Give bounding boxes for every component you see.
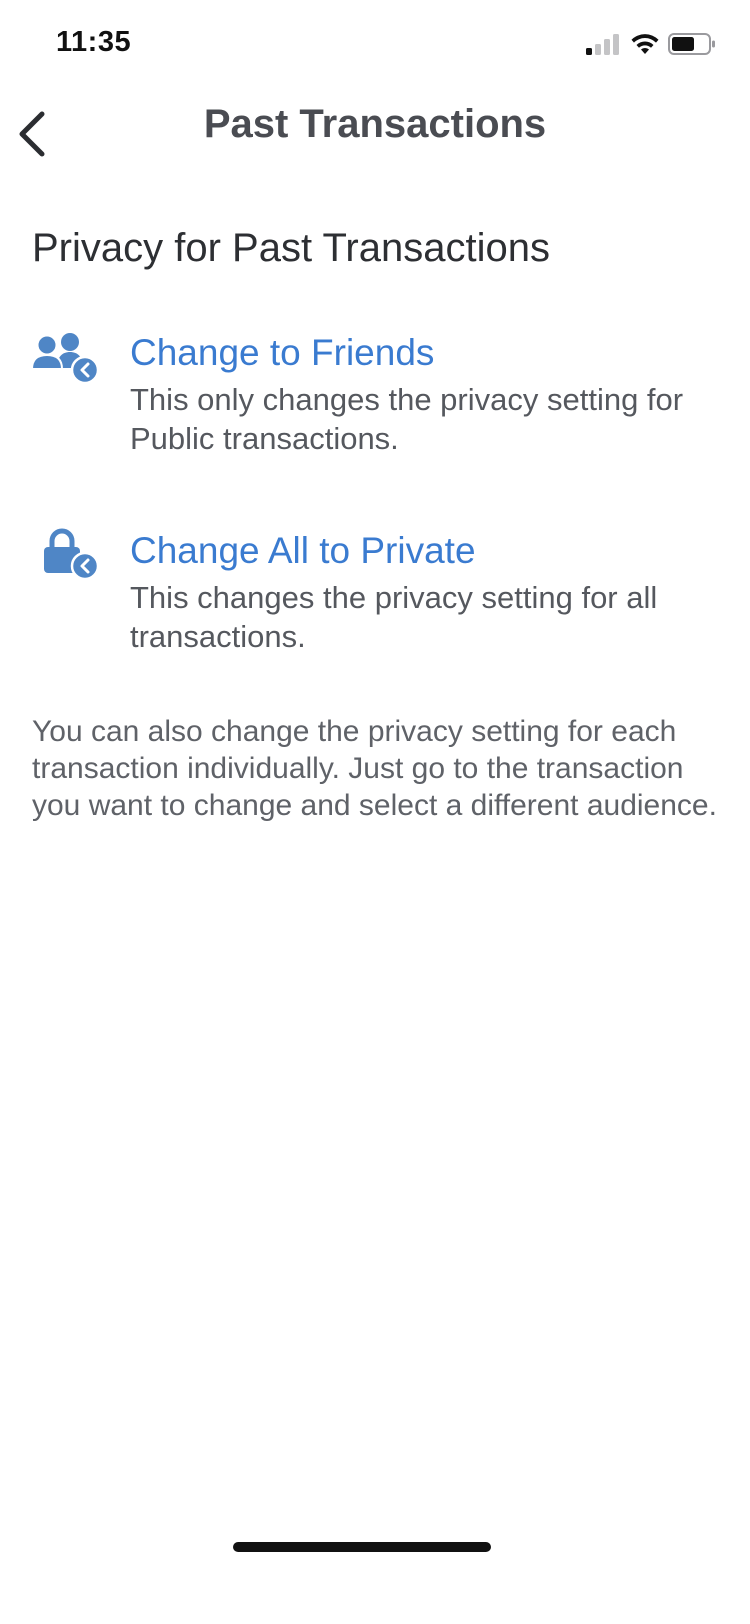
cellular-signal-icon [586, 34, 619, 55]
status-icons [586, 33, 716, 57]
friends-icon [30, 333, 100, 385]
change-to-friends-description: This only changes the privacy setting fo… [130, 382, 684, 456]
nav-bar: Past Transactions [0, 90, 750, 170]
page-title: Past Transactions [203, 102, 547, 146]
battery-icon [668, 33, 715, 55]
change-all-to-private-title: Change All to Private [130, 530, 476, 571]
wifi-icon [631, 34, 659, 54]
change-all-to-private-option[interactable]: Change All to Private This changes the p… [0, 528, 750, 658]
section-heading: Privacy for Past Transactions [32, 226, 550, 270]
status-time: 11:35 [56, 26, 132, 58]
change-to-friends-title: Change to Friends [130, 332, 435, 373]
change-all-to-private-description: This changes the privacy setting for all… [130, 580, 658, 654]
info-text: You can also change the privacy setting … [32, 715, 717, 822]
home-indicator[interactable] [233, 1542, 491, 1552]
status-bar: 11:35 [0, 0, 750, 90]
lock-icon [44, 528, 100, 581]
change-to-friends-option[interactable]: Change to Friends This only changes the … [0, 330, 750, 460]
